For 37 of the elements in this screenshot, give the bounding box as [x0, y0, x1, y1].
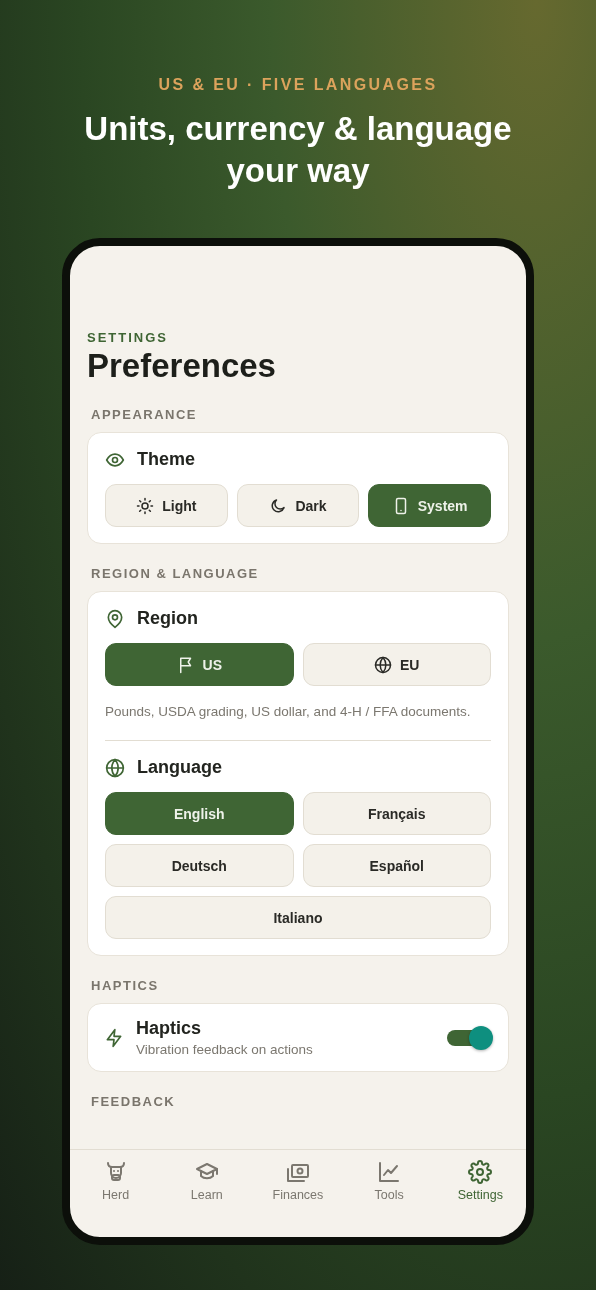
tab-bar-item[interactable]: Finances — [257, 1160, 338, 1202]
page-title: Preferences — [87, 347, 277, 385]
section-heading: HAPTICS — [91, 978, 160, 993]
card-title: Theme — [137, 449, 196, 470]
card-title: Language — [137, 757, 222, 778]
moon-icon — [269, 496, 288, 515]
lightning-icon — [104, 1027, 124, 1048]
section-heading: APPEARANCE — [91, 407, 198, 422]
option-button[interactable]: Français — [302, 792, 491, 835]
tab-bar-item[interactable]: Learn — [166, 1160, 247, 1202]
option-button[interactable]: Dark — [236, 484, 360, 527]
settings-icon — [468, 1160, 493, 1184]
section-heading: REGION & LANGUAGE — [91, 566, 260, 581]
option-button[interactable]: US — [105, 643, 294, 686]
option-button[interactable]: Español — [302, 844, 491, 887]
region-note: Pounds, USDA grading, US dollar, and 4-H / FFA documents. — [105, 703, 472, 721]
map-pin-icon — [105, 608, 125, 629]
option-button[interactable]: EU — [302, 643, 491, 686]
eyebrow: US & EU · FIVE LANGUAGES — [158, 76, 438, 94]
line-chart-icon — [377, 1160, 402, 1184]
tab-bar-item[interactable]: Herd — [75, 1160, 156, 1202]
sun-icon — [136, 496, 155, 515]
page-eyebrow: SETTINGS — [87, 330, 169, 345]
headline: Units, currency & language your way — [83, 109, 513, 191]
section-heading: FEEDBACK — [91, 1094, 177, 1109]
option-button[interactable]: System — [368, 484, 491, 527]
card-subtitle: Vibration feedback on actions — [136, 1042, 314, 1057]
globe-icon — [105, 757, 125, 778]
option-button[interactable]: Light — [105, 484, 228, 527]
tab-bar-item[interactable]: Settings — [440, 1160, 521, 1202]
card-title: Haptics — [136, 1018, 203, 1039]
option-button[interactable]: English — [105, 792, 294, 835]
tab-bar-item[interactable]: Tools — [349, 1160, 430, 1202]
globe-icon — [374, 655, 392, 674]
option-button[interactable]: Deutsch — [105, 844, 294, 887]
option-button[interactable]: Italiano — [105, 896, 491, 939]
card-title: Region — [137, 608, 198, 629]
